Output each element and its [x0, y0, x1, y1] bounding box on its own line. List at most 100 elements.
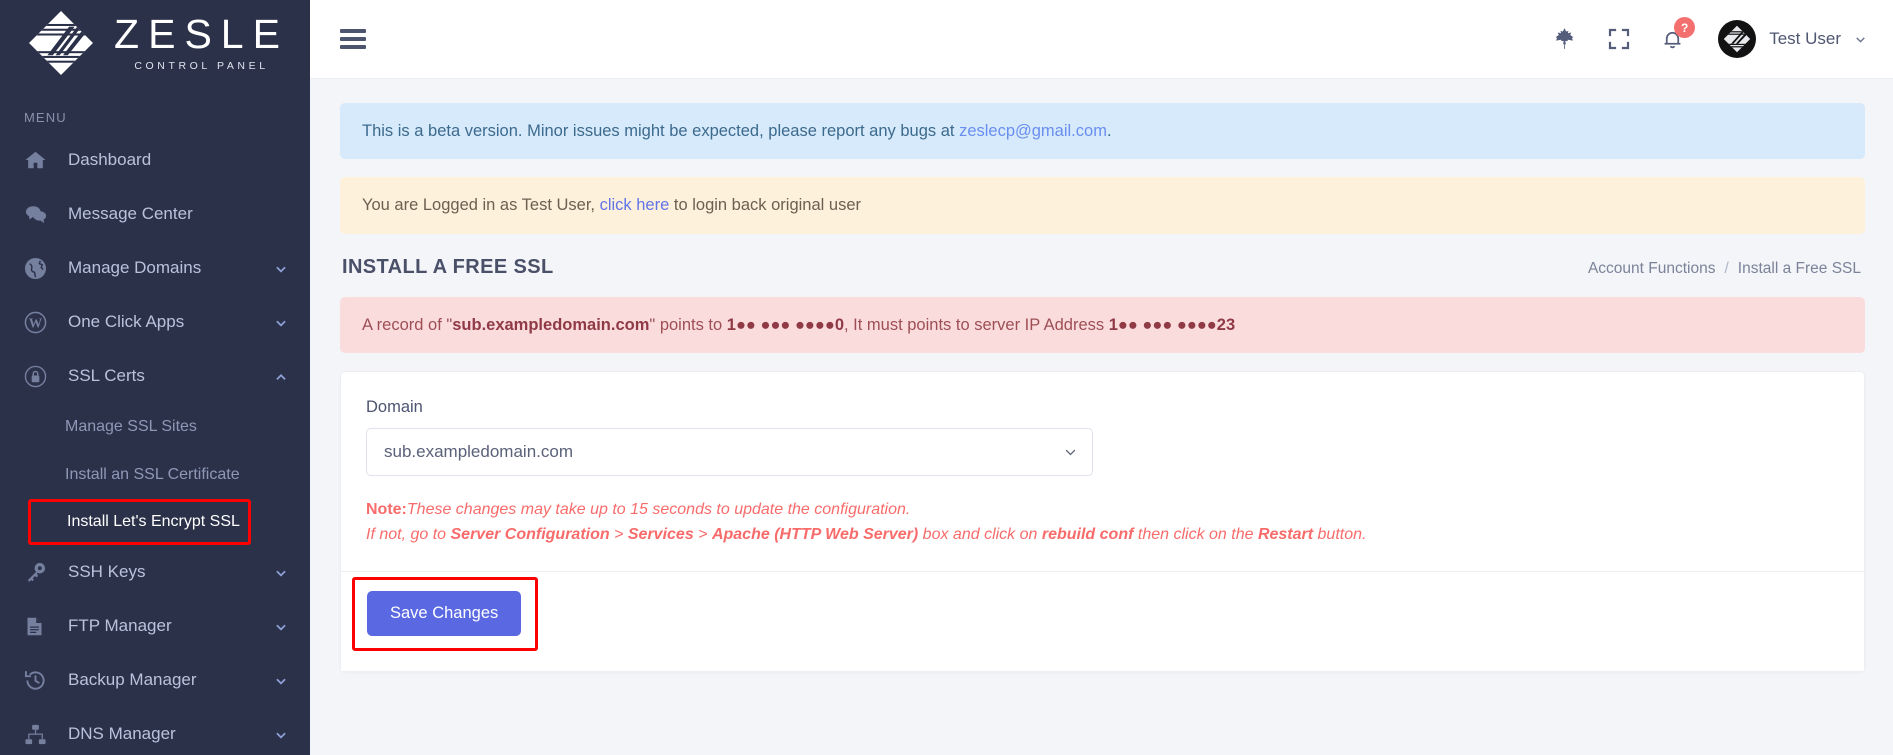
svg-text:W: W	[29, 315, 43, 330]
note-restart: Restart	[1257, 525, 1314, 543]
chevron-down-icon	[274, 565, 288, 579]
note-line1: These changes may take up to 15 seconds …	[406, 500, 911, 518]
chevron-down-icon	[274, 727, 288, 741]
sidebar-item-label: DNS Manager	[68, 724, 176, 743]
ssl-form-card: Domain sub.exampledomain.com Note:These …	[340, 370, 1865, 673]
chevron-down-icon	[274, 619, 288, 633]
sidebar-item-ssh-keys[interactable]: SSH Keys	[0, 545, 310, 599]
chevron-down-icon	[274, 261, 288, 275]
save-changes-button[interactable]: Save Changes	[367, 591, 522, 637]
sidebar-item-backup-manager[interactable]: Backup Manager	[0, 653, 310, 707]
dns-alert-domain: sub.exampledomain.com	[452, 315, 650, 334]
beta-alert-text: This is a beta version. Minor issues mig…	[362, 122, 960, 140]
breadcrumb-parent[interactable]: Account Functions	[1588, 260, 1716, 277]
chat-icon	[24, 201, 54, 227]
brand-name: ZESLE	[114, 11, 289, 57]
page-title: INSTALL A FREE SSL	[342, 255, 554, 278]
dns-alert-middle: " points to	[649, 315, 727, 334]
sitemap-icon	[24, 721, 54, 747]
save-button-highlight: Save Changes	[352, 577, 539, 652]
ssl-form-body: Domain sub.exampledomain.com Note:These …	[341, 372, 1864, 572]
user-menu[interactable]: Test User	[1718, 20, 1867, 58]
note-rebuild-conf: rebuild conf	[1041, 525, 1134, 543]
chevron-down-icon	[274, 673, 288, 687]
sidebar-subitem-label: Manage SSL Sites	[65, 418, 197, 435]
sidebar-item-manage-ssl-sites[interactable]: Manage SSL Sites	[0, 403, 310, 451]
globe-icon	[24, 255, 54, 281]
page-content: This is a beta version. Minor issues mig…	[310, 79, 1893, 755]
sidebar-item-label: Message Center	[68, 204, 193, 223]
sidebar-nav: Dashboard Message Center Manage Domains …	[0, 133, 310, 755]
dns-alert-prefix: A record of "	[362, 315, 453, 334]
sidebar-item-one-click-apps[interactable]: W One Click Apps	[0, 295, 310, 349]
key-icon	[24, 559, 54, 585]
chevron-down-icon	[274, 315, 288, 329]
sidebar-item-message-center[interactable]: Message Center	[0, 187, 310, 241]
chevron-down-icon	[1854, 33, 1867, 46]
main-area: ? Test User This is a beta version. Mino…	[310, 0, 1893, 755]
sidebar-item-label: SSH Keys	[68, 562, 146, 581]
note-sep1: >	[609, 525, 628, 543]
sidebar-item-label: Backup Manager	[68, 670, 197, 689]
fullscreen-expand-icon[interactable]	[1607, 27, 1631, 51]
beta-alert-email-link[interactable]: zeslecp@gmail.com	[959, 122, 1107, 140]
sidebar-section-label: MENU	[24, 110, 67, 125]
home-icon	[24, 147, 54, 173]
sidebar-item-label: SSL Certs	[68, 366, 145, 385]
dns-alert-required-ip: 1●● ●●● ●●●●23	[1108, 315, 1236, 334]
dns-record-alert: A record of "sub.exampledomain.com" poin…	[340, 296, 1865, 353]
maple-leaf-icon[interactable]	[1552, 26, 1577, 52]
beta-alert-text-end: .	[1106, 122, 1112, 140]
sidebar-item-label: One Click Apps	[68, 312, 185, 331]
lock-icon	[24, 363, 54, 389]
user-name-label: Test User	[1769, 29, 1841, 48]
wordpress-icon: W	[24, 309, 54, 335]
domain-select[interactable]: sub.exampledomain.com	[366, 427, 1093, 476]
domain-select-wrapper: sub.exampledomain.com	[366, 427, 1093, 476]
impersonation-text: You are Logged in as Test User,	[362, 196, 600, 215]
beta-version-alert: This is a beta version. Minor issues mig…	[340, 103, 1865, 160]
note-server-configuration: Server Configuration	[450, 525, 610, 543]
notification-badge: ?	[1674, 17, 1696, 38]
sidebar-subitem-label: Install Let's Encrypt SSL	[67, 513, 240, 530]
sidebar-item-label: Manage Domains	[68, 258, 202, 277]
sidebar-item-manage-domains[interactable]: Manage Domains	[0, 241, 310, 295]
zesle-diamond-logo-icon	[27, 9, 95, 77]
dns-alert-current-ip: 1●● ●●● ●●●●0	[726, 315, 844, 334]
breadcrumb-current: Install a Free SSL	[1737, 259, 1861, 277]
sidebar-item-install-ssl-certificate[interactable]: Install an SSL Certificate	[0, 451, 310, 499]
note-sep2: >	[693, 525, 712, 543]
impersonation-alert: You are Logged in as Test User, click he…	[340, 177, 1865, 234]
sidebar-item-dns-manager[interactable]: DNS Manager	[0, 707, 310, 755]
dns-alert-middle2: , It must points to server IP Address	[844, 315, 1109, 334]
app-root: ZESLE CONTROL PANEL MENU Dashboard Messa…	[0, 0, 1893, 755]
sidebar-item-install-lets-encrypt-ssl[interactable]: Install Let's Encrypt SSL	[28, 499, 251, 545]
brand-tagline: CONTROL PANEL	[134, 60, 269, 72]
note-apache: Apache (HTTP Web Server)	[711, 525, 919, 543]
click-here-link[interactable]: click here	[600, 196, 670, 214]
sidebar-subitem-label: Install an SSL Certificate	[65, 466, 240, 483]
chevron-up-icon	[274, 369, 288, 383]
sidebar-item-dashboard[interactable]: Dashboard	[0, 133, 310, 187]
bell-icon[interactable]: ?	[1661, 17, 1696, 51]
sidebar-item-ftp-manager[interactable]: FTP Manager	[0, 599, 310, 653]
topbar-actions: ? Test User	[1552, 17, 1867, 58]
configuration-note: Note:These changes may take up to 15 sec…	[366, 498, 1839, 548]
breadcrumb-separator: /	[1724, 259, 1729, 277]
impersonation-text-end: to login back original user	[669, 196, 861, 215]
topbar: ? Test User	[310, 0, 1893, 79]
note-line2-a: If not, go to	[366, 525, 451, 543]
history-icon	[24, 667, 54, 693]
file-icon	[24, 613, 54, 639]
brand-logo[interactable]: ZESLE CONTROL PANEL	[0, 0, 310, 86]
note-services: Services	[627, 525, 694, 543]
note-line2-d: then click on the	[1133, 525, 1258, 543]
sidebar-subnav-ssl: Manage SSL Sites Install an SSL Certific…	[0, 403, 310, 545]
note-line2-e: button.	[1313, 525, 1367, 543]
hamburger-icon[interactable]	[340, 29, 366, 49]
ssl-form-footer: Save Changes	[341, 571, 1864, 672]
breadcrumb: Account Functions / Install a Free SSL	[1588, 260, 1861, 278]
sidebar-item-ssl-certs[interactable]: SSL Certs	[0, 349, 310, 403]
page-header: INSTALL A FREE SSL Account Functions / Ins…	[340, 252, 1865, 297]
avatar	[1718, 20, 1757, 58]
